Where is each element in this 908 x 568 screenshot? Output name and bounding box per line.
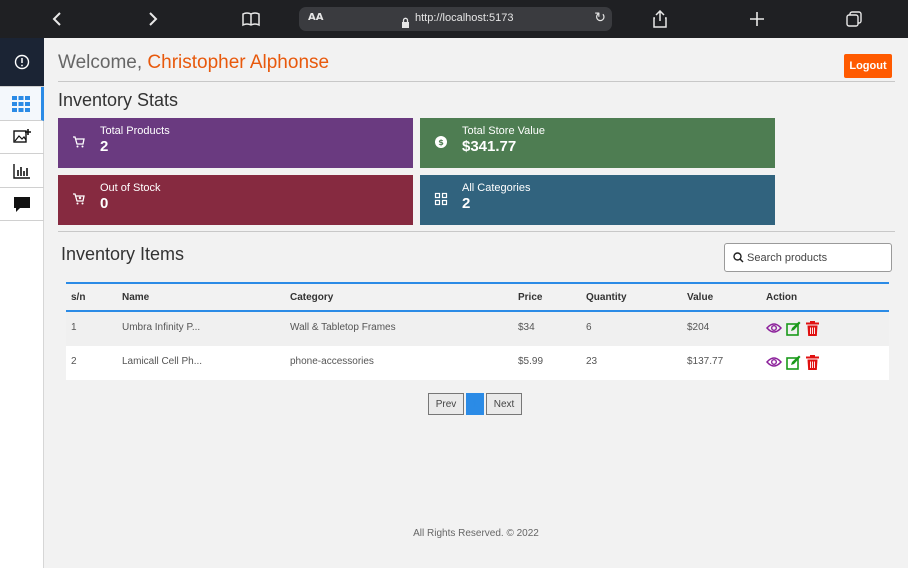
cell-sn: 2 xyxy=(71,356,77,367)
edit-icon[interactable] xyxy=(785,320,801,336)
search-input[interactable] xyxy=(747,249,887,267)
search-box xyxy=(724,243,892,272)
table-row: 1 Umbra Infinity P... Wall & Tabletop Fr… xyxy=(66,312,889,346)
grid-icon xyxy=(11,95,30,112)
logout-button[interactable]: Logout xyxy=(844,54,892,78)
footer-text: All Rights Reserved. © 2022 xyxy=(413,528,539,539)
stat-card-out-of-stock: Out of Stock 0 xyxy=(58,175,413,225)
back-icon[interactable] xyxy=(46,8,68,30)
sidebar-item-add-product[interactable] xyxy=(0,121,44,154)
stat-card-store-value: $ Total Store Value $341.77 xyxy=(420,118,775,168)
column-header-quantity: Quantity xyxy=(586,292,627,303)
info-icon xyxy=(14,54,30,70)
lock-icon xyxy=(401,13,410,32)
delete-icon[interactable] xyxy=(804,354,820,370)
user-name: Christopher Alphonse xyxy=(147,52,330,73)
cell-value: $204 xyxy=(687,322,710,333)
column-header-price: Price xyxy=(518,292,543,303)
column-header-value: Value xyxy=(687,292,714,303)
bookmarks-icon[interactable] xyxy=(240,8,262,30)
cell-quantity: 6 xyxy=(586,322,592,333)
cell-category: phone-accessories xyxy=(290,356,374,367)
edit-icon[interactable] xyxy=(785,354,801,370)
stat-value: $341.77 xyxy=(462,138,517,155)
welcome-text: Welcome, Christopher Alphonse xyxy=(58,52,329,74)
cell-sn: 1 xyxy=(71,322,77,333)
cell-price: $34 xyxy=(518,322,535,333)
next-page-button[interactable]: Next xyxy=(486,393,522,415)
browser-toolbar: AA http://localhost:5173 ↻ xyxy=(0,0,908,38)
stats-title: Inventory Stats xyxy=(58,90,179,110)
cell-price: $5.99 xyxy=(518,356,544,367)
delete-icon[interactable] xyxy=(804,320,820,336)
cell-value: $137.77 xyxy=(687,356,724,367)
new-tab-icon[interactable] xyxy=(746,8,768,30)
dollar-icon: $ xyxy=(435,136,447,148)
forward-icon[interactable] xyxy=(142,8,164,30)
sidebar-item-info[interactable] xyxy=(0,38,44,87)
inventory-title: Inventory Items xyxy=(61,244,185,264)
cell-name: Umbra Infinity P... xyxy=(122,322,201,333)
url-text: http://localhost:5173 xyxy=(415,12,514,24)
tabs-overview-icon[interactable] xyxy=(843,8,865,30)
cell-quantity: 23 xyxy=(586,356,598,367)
table-header: s/n Name Category Price Quantity Value A… xyxy=(66,282,889,312)
address-bar[interactable]: AA http://localhost:5173 ↻ xyxy=(299,7,612,31)
column-header-category: Category xyxy=(290,292,334,303)
svg-text:$: $ xyxy=(438,138,444,147)
column-header-name: Name xyxy=(122,292,150,303)
view-icon[interactable] xyxy=(766,354,782,370)
view-icon[interactable] xyxy=(766,320,782,336)
cell-category: Wall & Tabletop Frames xyxy=(290,322,396,333)
welcome-label: Welcome, xyxy=(58,52,143,73)
stat-label: Total Store Value xyxy=(462,125,545,137)
reader-mode-button[interactable]: AA xyxy=(308,12,323,23)
stat-label: All Categories xyxy=(462,182,531,194)
stat-label: Total Products xyxy=(100,125,170,137)
row-actions xyxy=(766,354,820,370)
column-header-action: Action xyxy=(766,292,798,303)
column-header-sn: s/n xyxy=(71,292,86,303)
bar-chart-icon xyxy=(13,163,30,179)
stat-value: 0 xyxy=(100,195,109,212)
sidebar-item-dashboard[interactable] xyxy=(0,87,44,121)
divider xyxy=(58,81,895,82)
reload-icon[interactable]: ↻ xyxy=(594,10,606,26)
categories-icon xyxy=(434,192,448,206)
add-image-icon xyxy=(13,129,31,143)
stat-card-all-categories: All Categories 2 xyxy=(420,175,775,225)
stat-card-total-products: Total Products 2 xyxy=(58,118,413,168)
pagination: Prev 1 Next xyxy=(428,393,522,415)
sidebar-item-messages[interactable] xyxy=(0,188,44,221)
prev-page-button[interactable]: Prev xyxy=(428,393,464,415)
search-icon xyxy=(733,252,744,263)
share-icon[interactable] xyxy=(649,8,671,30)
sidebar xyxy=(0,38,44,568)
stat-value: 2 xyxy=(462,195,471,212)
page-button-current[interactable]: 1 xyxy=(466,393,484,415)
cart-icon xyxy=(73,136,85,148)
stat-value: 2 xyxy=(100,138,109,155)
table-row: 2 Lamicall Cell Ph... phone-accessories … xyxy=(66,346,889,380)
sidebar-item-reports[interactable] xyxy=(0,154,44,188)
stat-label: Out of Stock xyxy=(100,182,161,194)
row-actions xyxy=(766,320,820,336)
cart-x-icon xyxy=(73,193,85,205)
divider xyxy=(58,231,895,232)
main-content: Welcome, Christopher Alphonse Logout Inv… xyxy=(44,38,908,568)
chat-icon xyxy=(14,196,30,212)
cell-name: Lamicall Cell Ph... xyxy=(122,356,203,367)
